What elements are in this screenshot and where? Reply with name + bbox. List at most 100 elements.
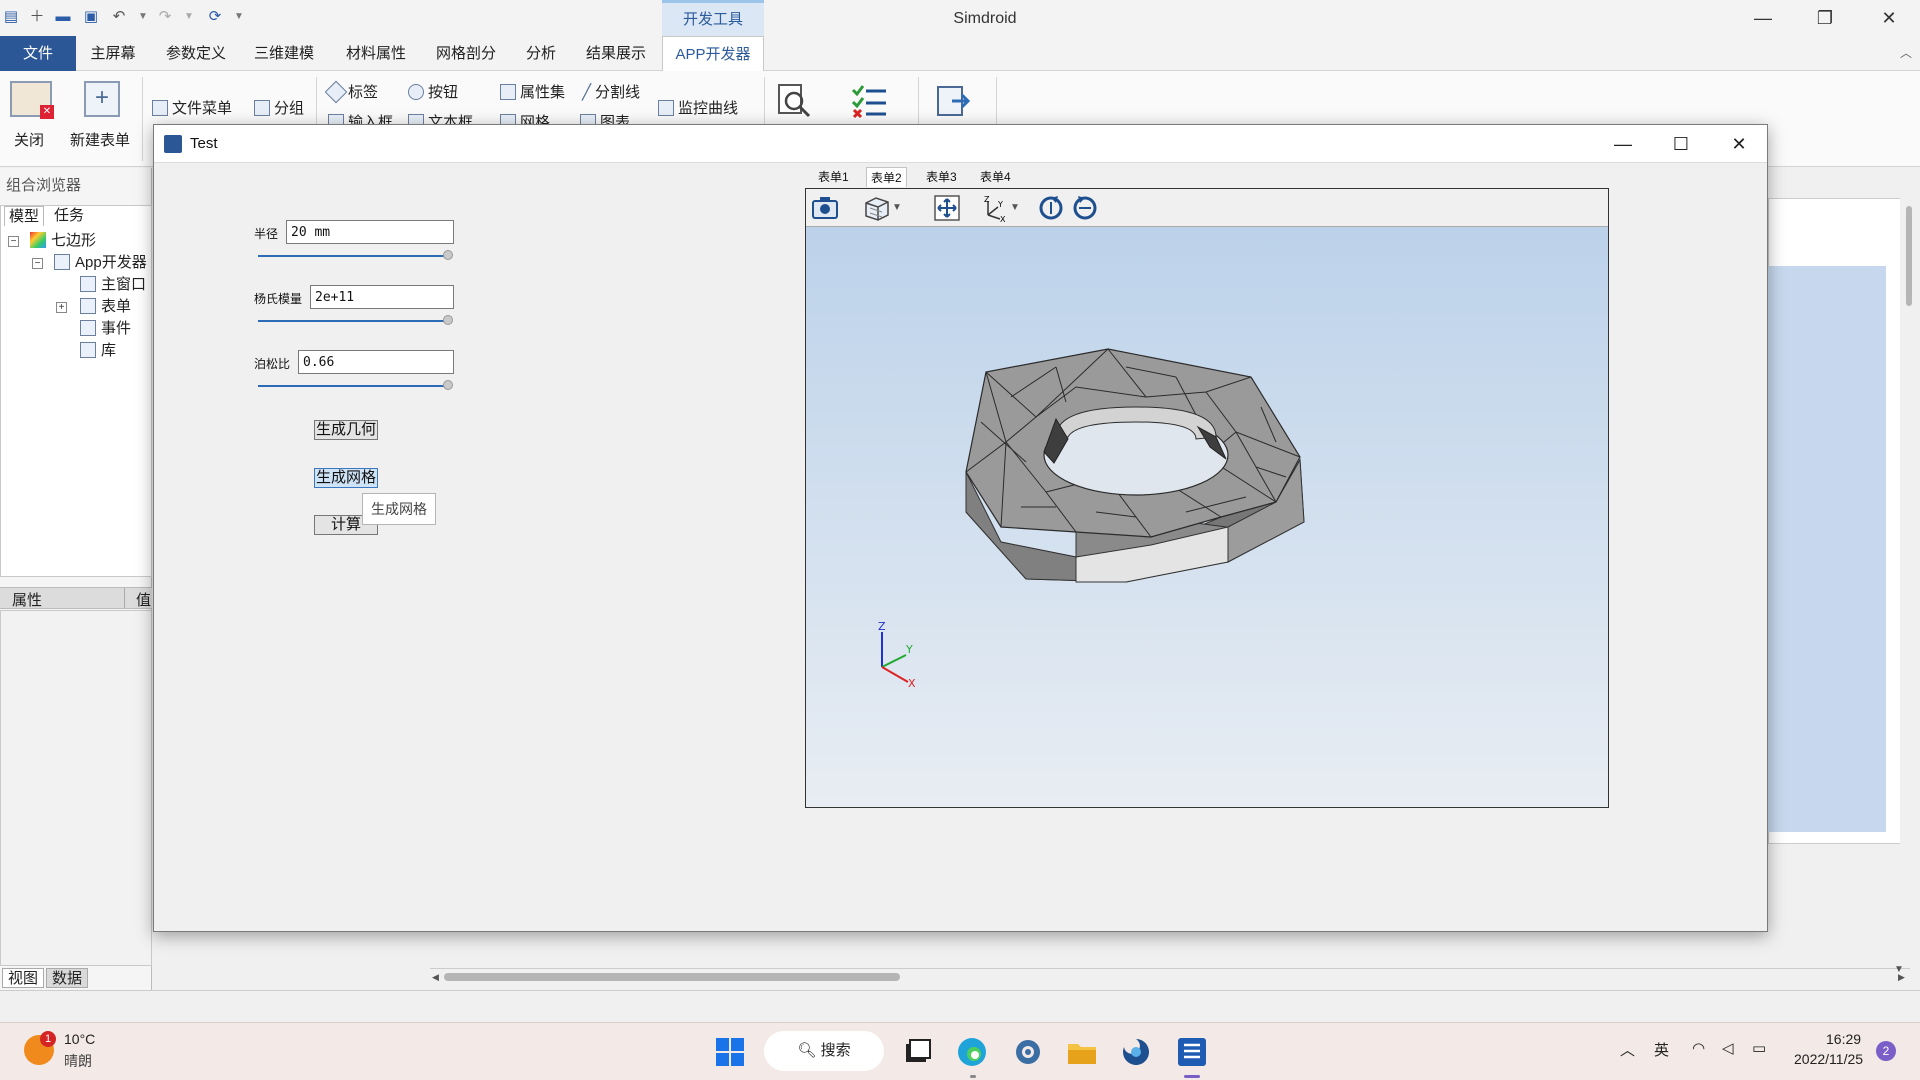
weather-description[interactable]: 晴朗 [64, 1051, 92, 1071]
radius-input[interactable] [286, 220, 454, 244]
divider-button[interactable]: ╱ 分割线 [582, 81, 640, 102]
restore-icon[interactable]: ❐ [1792, 0, 1858, 36]
clock-date[interactable]: 2022/11/25 [1794, 1051, 1863, 1067]
tag-button[interactable]: 标签 [324, 80, 378, 104]
dialog-minimize-icon[interactable]: — [1594, 125, 1652, 163]
axis-orientation-icon[interactable]: ZYX [978, 193, 1008, 224]
collapse-toggle-icon[interactable]: − [32, 258, 43, 269]
poisson-ratio-slider[interactable] [258, 385, 448, 387]
tab-parameters[interactable]: 参数定义 [158, 36, 234, 71]
close-button-label[interactable]: 关闭 [14, 129, 44, 150]
minimize-icon[interactable]: — [1730, 0, 1796, 36]
volume-icon[interactable]: ◁ [1722, 1039, 1734, 1057]
tab-analysis[interactable]: 分析 [518, 36, 564, 71]
new-form-button[interactable]: 新建表单 [70, 129, 130, 150]
file-menu-button[interactable]: 文件菜单 [152, 97, 232, 118]
new-file-icon[interactable]: ＋ [28, 8, 46, 26]
refresh-icon[interactable]: ⟳ [206, 8, 224, 26]
weather-icon[interactable]: 1 [24, 1031, 56, 1065]
scroll-left-icon[interactable]: ◀ [432, 972, 439, 983]
task-view-icon[interactable] [902, 1036, 934, 1068]
start-menu-icon[interactable] [714, 1036, 746, 1068]
taskbar-search[interactable]: 🔍︎ 搜索 [764, 1031, 884, 1071]
view-dropdown-icon[interactable]: ▼ [892, 193, 904, 223]
save-icon[interactable]: ▣ [82, 8, 100, 26]
dialog-maximize-icon[interactable]: ☐ [1652, 125, 1710, 163]
button-widget-button[interactable]: 按钮 [408, 81, 458, 102]
tab-app-developer[interactable]: APP开发器 [662, 36, 764, 72]
tab-results[interactable]: 结果展示 [578, 36, 654, 71]
group-button[interactable]: 分组 [254, 97, 304, 118]
monitor-curve-button[interactable]: 监控曲线 [658, 97, 738, 118]
radius-slider[interactable] [258, 255, 448, 257]
clock-time[interactable]: 16:29 [1826, 1031, 1861, 1047]
tab-form1[interactable]: 表单1 [814, 167, 853, 187]
tab-data[interactable]: 数据 [46, 968, 89, 988]
close-icon[interactable]: ✕ [1856, 0, 1920, 36]
property-set-button[interactable]: 属性集 [500, 81, 565, 102]
tab-meshing[interactable]: 网格剖分 [428, 36, 504, 71]
tab-file[interactable]: 文件 [0, 36, 76, 71]
tab-tasks[interactable]: 任务 [50, 206, 88, 226]
tab-materials[interactable]: 材料属性 [338, 36, 414, 71]
wifi-icon[interactable]: ◠ [1692, 1039, 1705, 1057]
radius-slider-handle[interactable] [443, 250, 453, 260]
horizontal-scrollbar-thumb[interactable] [444, 973, 900, 981]
rotate-ccw-icon[interactable] [1070, 193, 1100, 223]
tab-view[interactable]: 视图 [2, 968, 45, 988]
generate-mesh-button[interactable]: 生成网格 [314, 468, 378, 488]
youngs-modulus-slider-handle[interactable] [443, 315, 453, 325]
redo-dropdown-icon[interactable]: ▼ [180, 8, 198, 26]
customize-toolbar-icon[interactable]: ▼ [230, 8, 248, 26]
tree-item-forms[interactable]: 表单 [80, 297, 131, 317]
expand-toggle-icon[interactable]: + [56, 302, 67, 313]
notification-badge[interactable]: 2 [1876, 1041, 1896, 1061]
close-form-icon[interactable]: ✕ [10, 81, 54, 119]
camera-icon[interactable] [810, 193, 840, 223]
ime-indicator[interactable]: 英 [1654, 1039, 1669, 1060]
tree-item-events[interactable]: 事件 [80, 319, 131, 339]
battery-icon[interactable]: ▭ [1752, 1039, 1766, 1057]
poisson-ratio-input[interactable] [298, 350, 454, 374]
axis-dropdown-icon[interactable]: ▼ [1010, 193, 1022, 223]
fit-view-icon[interactable] [932, 193, 962, 223]
collapse-ribbon-icon[interactable]: ︿ [1894, 36, 1918, 71]
tab-form3[interactable]: 表单3 [922, 167, 961, 187]
export-icon[interactable] [934, 83, 974, 119]
rotate-cw-icon[interactable] [1036, 193, 1066, 223]
scroll-right-icon[interactable]: ▶ [1898, 972, 1905, 983]
checklist-icon[interactable] [850, 83, 888, 119]
youngs-modulus-input[interactable] [310, 285, 454, 309]
tree-item-app-developer[interactable]: App开发器 [54, 253, 147, 273]
vertical-scrollbar-thumb[interactable] [1906, 206, 1912, 306]
3d-viewport[interactable]: Z Y X [806, 227, 1608, 807]
undo-icon[interactable]: ↶ [110, 8, 128, 26]
redo-icon[interactable]: ↷ [156, 8, 174, 26]
tree-item-heptagon[interactable]: 七边形 [30, 231, 96, 251]
open-folder-icon[interactable]: ▬ [54, 8, 72, 26]
tab-form4[interactable]: 表单4 [976, 167, 1015, 187]
tab-home[interactable]: 主屏幕 [80, 36, 146, 71]
tab-form2[interactable]: 表单2 [866, 167, 907, 187]
poisson-ratio-slider-handle[interactable] [443, 380, 453, 390]
new-form-icon[interactable]: + [84, 81, 120, 117]
youngs-modulus-slider[interactable] [258, 320, 448, 322]
simdroid-taskbar-icon[interactable] [1176, 1036, 1208, 1068]
dialog-close-icon[interactable]: ✕ [1710, 125, 1768, 163]
generate-geometry-button[interactable]: 生成几何 [314, 420, 378, 440]
edge-browser-icon[interactable] [956, 1036, 988, 1068]
undo-dropdown-icon[interactable]: ▼ [134, 8, 152, 26]
view-cube-icon[interactable] [862, 193, 892, 223]
preview-icon[interactable] [776, 83, 812, 119]
weather-temperature[interactable]: 10°C [64, 1031, 95, 1047]
vertical-scrollbar[interactable] [1900, 198, 1918, 978]
tree-item-library[interactable]: 库 [80, 341, 116, 361]
tree-item-main-window[interactable]: 主窗口 [80, 275, 146, 295]
tray-overflow-icon[interactable]: ︿ [1620, 1039, 1635, 1060]
tab-3d-modeling[interactable]: 三维建模 [246, 36, 322, 71]
settings-gear-icon[interactable] [1012, 1036, 1044, 1068]
tab-model[interactable]: 模型 [4, 206, 45, 226]
collapse-toggle-icon[interactable]: − [8, 236, 19, 247]
swirl-app-icon[interactable] [1120, 1036, 1152, 1068]
file-explorer-icon[interactable] [1066, 1036, 1098, 1068]
